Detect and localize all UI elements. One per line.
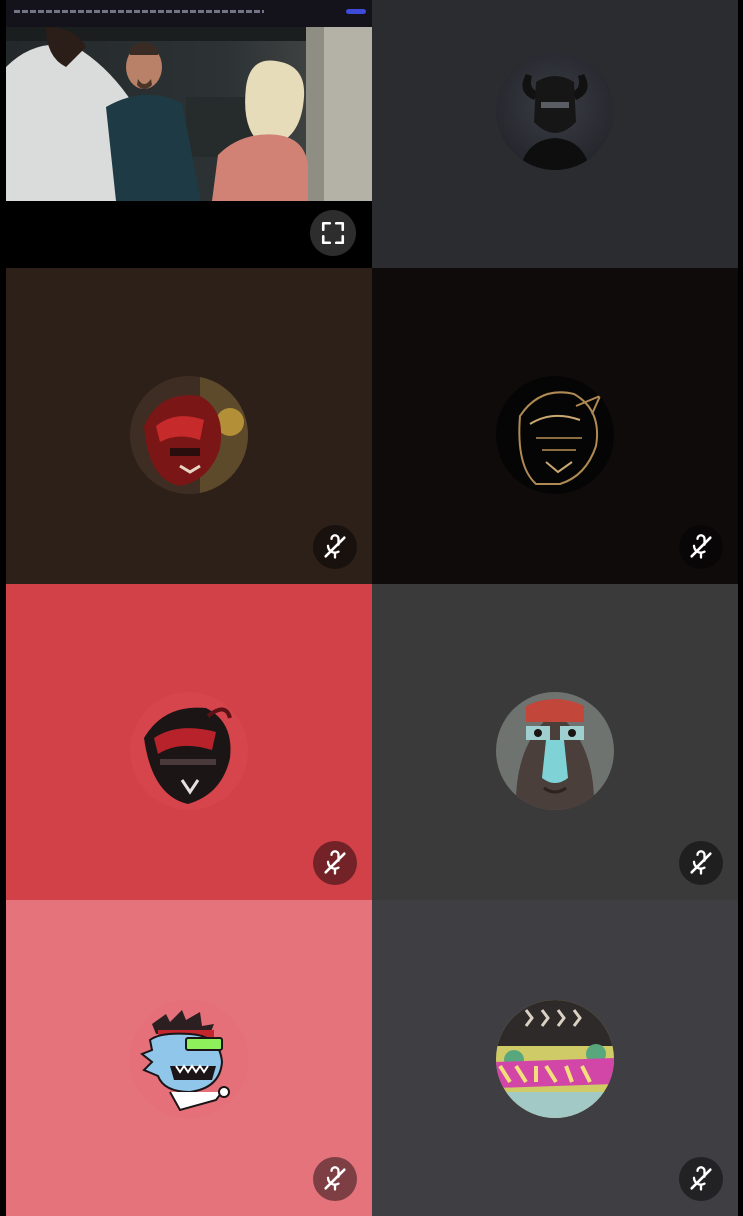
mute-button[interactable] bbox=[679, 841, 723, 885]
stream-info-bar bbox=[6, 0, 372, 27]
user-avatar bbox=[496, 376, 614, 494]
shared-video-frame bbox=[6, 27, 372, 201]
fullscreen-icon bbox=[321, 221, 345, 245]
user-avatar bbox=[496, 52, 614, 170]
user-avatar bbox=[130, 1000, 248, 1118]
user-avatar bbox=[130, 692, 248, 810]
user-avatar bbox=[496, 692, 614, 810]
participant-tile[interactable] bbox=[6, 584, 372, 900]
participant-tile[interactable] bbox=[6, 900, 372, 1216]
user-avatar bbox=[496, 1000, 614, 1118]
participant-tile[interactable] bbox=[372, 268, 738, 584]
participant-tile[interactable] bbox=[372, 584, 738, 900]
voice-channel-grid bbox=[6, 0, 738, 1216]
mute-button[interactable] bbox=[679, 525, 723, 569]
microphone-muted-icon bbox=[690, 850, 712, 875]
microphone-muted-icon bbox=[690, 534, 712, 559]
participant-tile[interactable] bbox=[6, 268, 372, 584]
microphone-muted-icon bbox=[324, 534, 346, 559]
microphone-muted-icon bbox=[324, 850, 346, 875]
mute-button[interactable] bbox=[679, 1157, 723, 1201]
mute-button[interactable] bbox=[313, 1157, 357, 1201]
microphone-muted-icon bbox=[690, 1166, 712, 1191]
participant-tile[interactable] bbox=[372, 900, 738, 1216]
mute-button[interactable] bbox=[313, 525, 357, 569]
microphone-muted-icon bbox=[324, 1166, 346, 1191]
user-avatar bbox=[130, 376, 248, 494]
mute-button[interactable] bbox=[313, 841, 357, 885]
fullscreen-button[interactable] bbox=[310, 210, 356, 256]
stream-live-indicator bbox=[346, 9, 366, 14]
